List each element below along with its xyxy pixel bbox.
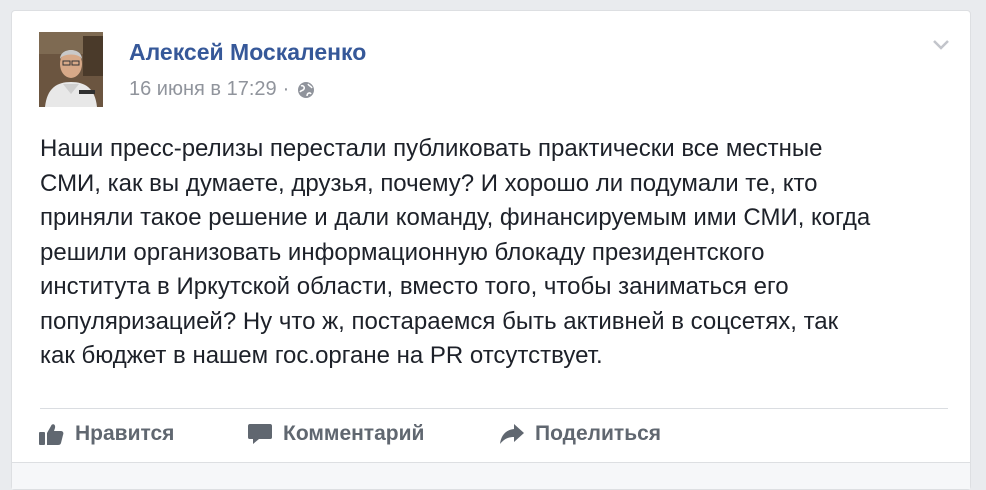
comment-button[interactable]: Комментарий: [247, 419, 424, 449]
post-meta: 16 июня в 17:29 ·: [129, 78, 315, 101]
like-button[interactable]: Нравится: [39, 419, 174, 449]
globe-icon[interactable]: [297, 81, 315, 99]
chevron-down-icon[interactable]: [932, 38, 950, 50]
meta-separator: ·: [282, 78, 290, 100]
thumbs-up-icon: [39, 424, 64, 445]
post-card: Алексей Москаленко 16 июня в 17:29 · Наш…: [11, 10, 971, 490]
avatar[interactable]: [39, 32, 103, 107]
comment-label: Комментарий: [283, 422, 425, 445]
like-label: Нравится: [75, 422, 175, 445]
comment-icon: [248, 424, 272, 444]
post-actions: Нравится Комментарий Поделиться: [12, 409, 970, 459]
avatar-photo: [39, 32, 103, 107]
share-icon: [500, 424, 524, 444]
share-button[interactable]: Поделиться: [499, 419, 661, 449]
share-label: Поделиться: [535, 422, 662, 445]
comments-area: [12, 462, 970, 489]
post-text: Наши пресс-релизы перестали публиковать …: [40, 135, 871, 369]
author-name[interactable]: Алексей Москаленко: [129, 39, 366, 66]
post-timestamp[interactable]: 16 июня в 17:29: [129, 78, 277, 101]
